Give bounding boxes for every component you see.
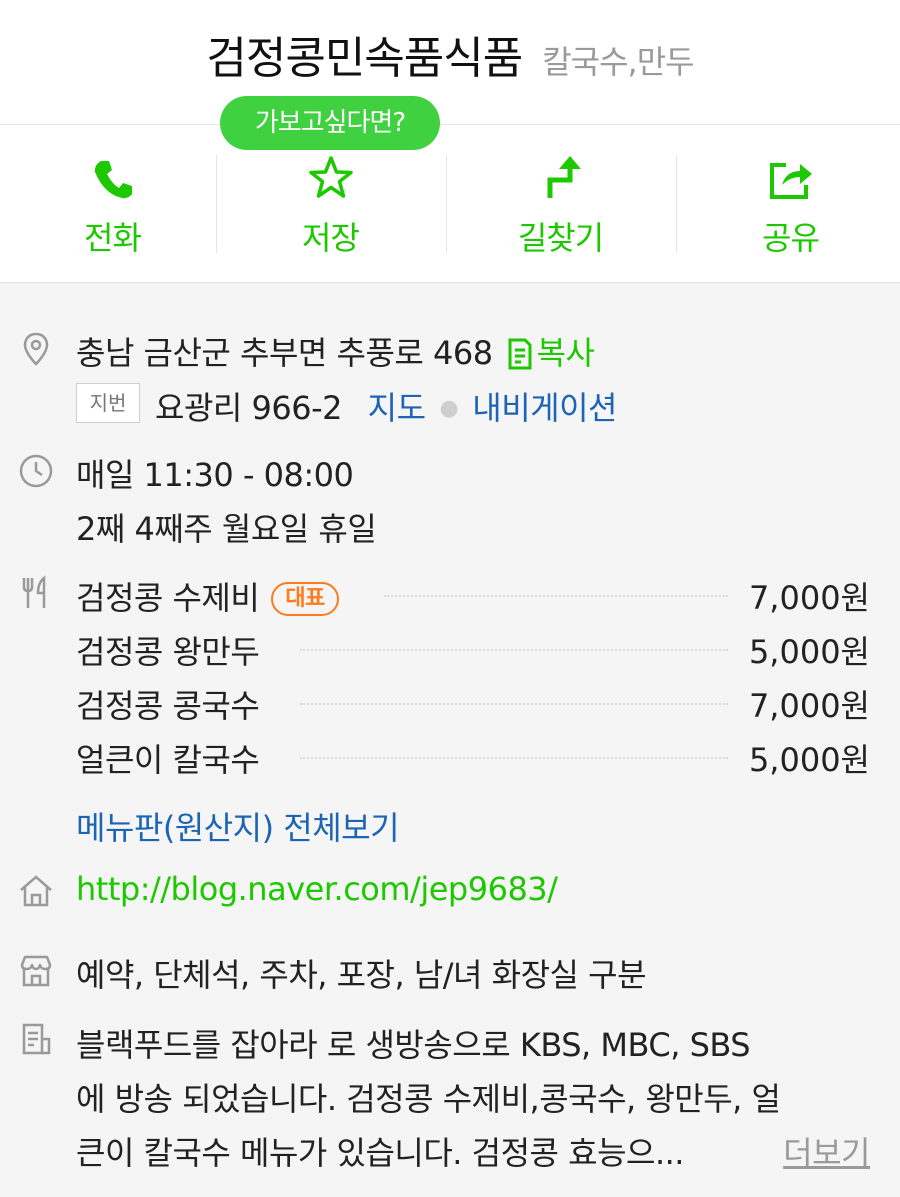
menu-item-price: 5,000원 [748, 741, 870, 779]
hours-line-2: 2째 4째주 월요일 휴일 [76, 510, 377, 548]
place-category: 칼국수,만두 [542, 43, 694, 81]
save-label: 저장 [302, 219, 360, 257]
menu-item-name-wrap: 검정콩 수제비 대표 [76, 573, 339, 619]
copy-label: 복사 [536, 334, 595, 372]
description-line-last: 큰이 칼국수 메뉴가 있습니다. 검정콩 효능으... 더보기 [76, 1126, 870, 1180]
menu-dotted-leader [384, 595, 728, 597]
action-divider [216, 155, 217, 253]
action-divider [676, 155, 677, 253]
hours-line-1: 매일 11:30 - 08:00 [76, 456, 354, 494]
directions-label: 길찾기 [517, 219, 604, 257]
share-label: 공유 [762, 219, 820, 257]
description: 블랙푸드를 잡아라 로 생방송으로 KBS, MBC, SBS 에 방송 되었습… [76, 1018, 876, 1180]
more-button[interactable]: 더보기 [783, 1126, 870, 1180]
action-bar: 전화 저장 길찾기 공유 [0, 125, 900, 283]
menu-item: 검정콩 콩국수 7,000원 [76, 681, 870, 725]
call-label: 전화 [84, 219, 142, 257]
facilities-text: 예약, 단체석, 주차, 포장, 남/녀 화장실 구분 [76, 956, 647, 994]
description-line: 큰이 칼국수 메뉴가 있습니다. 검정콩 효능으... [76, 1134, 684, 1172]
navigation-link[interactable]: 내비게이션 [472, 389, 617, 427]
directions-icon [547, 156, 581, 198]
menu-dotted-leader [300, 757, 728, 759]
clock-icon [19, 454, 53, 488]
menu-item-name: 검정콩 수제비 [76, 579, 260, 617]
menu-item-price: 5,000원 [748, 633, 870, 671]
menu-item-name: 검정콩 콩국수 [76, 687, 260, 725]
store-icon [20, 955, 52, 987]
menu-item-name: 검정콩 왕만두 [76, 633, 260, 671]
place-header: 검정콩민속품식품 칼국수,만두 [0, 0, 900, 125]
full-menu-link[interactable]: 메뉴판(원산지) 전체보기 [76, 803, 400, 849]
share-icon [769, 163, 812, 199]
copy-icon [508, 338, 532, 370]
phone-icon [94, 161, 132, 199]
homepage-link[interactable]: http://blog.naver.com/jep9683/ [76, 870, 558, 908]
menu-item-name: 얼큰이 칼국수 [76, 741, 260, 779]
document-icon [22, 1023, 51, 1055]
menu-item-price: 7,000원 [748, 687, 870, 725]
share-button[interactable]: 공유 [678, 125, 900, 282]
location-pin-icon [23, 332, 49, 366]
action-divider [446, 155, 447, 253]
menu-item: 검정콩 왕만두 5,000원 [76, 627, 870, 671]
menu-dotted-leader [300, 703, 728, 705]
road-address: 충남 금산군 추부면 추풍로 468 [76, 334, 493, 372]
star-icon [308, 156, 353, 198]
description-line: 에 방송 되었습니다. 검정콩 수제비,콩국수, 왕만두, 얼 [76, 1080, 781, 1118]
map-link[interactable]: 지도 [368, 389, 426, 427]
road-address-line: 충남 금산군 추부면 추풍로 468 복사 [76, 328, 595, 374]
copy-address-button[interactable]: 복사 [507, 334, 595, 372]
separator-dot: ● [439, 396, 459, 421]
jibun-address-line: 요광리 966-2 지도 ● 내비게이션 [155, 383, 617, 429]
representative-badge: 대표 [271, 582, 339, 616]
menu-item: 얼큰이 칼국수 5,000원 [76, 735, 870, 779]
title-wrap: 검정콩민속품식품 칼국수,만두 [0, 22, 900, 86]
want-to-visit-tooltip[interactable]: 가보고싶다면? [220, 96, 440, 150]
fork-knife-icon [22, 575, 46, 608]
home-icon [20, 875, 52, 907]
directions-button[interactable]: 길찾기 [448, 125, 673, 282]
menu-item-price: 7,000원 [748, 579, 870, 617]
menu-dotted-leader [300, 649, 728, 651]
jibun-address: 요광리 966-2 [155, 389, 342, 427]
place-title: 검정콩민속품식품 [206, 33, 523, 84]
call-button[interactable]: 전화 [0, 125, 225, 282]
menu-item: 검정콩 수제비 대표 7,000원 [76, 573, 870, 617]
jibun-badge: 지번 [76, 383, 140, 423]
description-line: 블랙푸드를 잡아라 로 생방송으로 KBS, MBC, SBS [76, 1026, 751, 1064]
